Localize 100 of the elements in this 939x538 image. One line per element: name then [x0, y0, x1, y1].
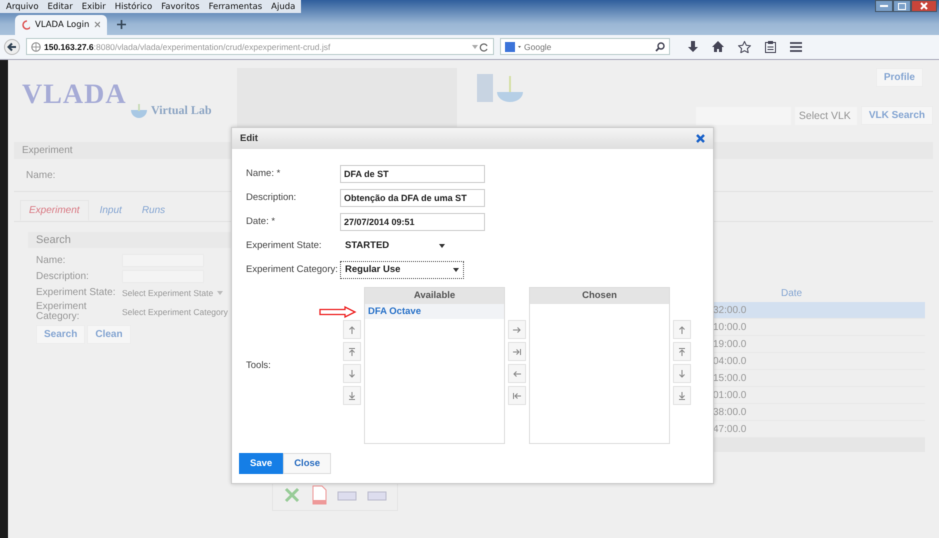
- right-arrow-button[interactable]: [508, 320, 526, 339]
- down-arrow-button[interactable]: [343, 364, 361, 383]
- list-header: Available: [365, 288, 504, 304]
- top-arrow-button[interactable]: [673, 342, 691, 361]
- menu-item[interactable]: Exibir: [82, 2, 106, 12]
- arrow-icon: [677, 368, 687, 378]
- close-icon[interactable]: [94, 21, 100, 28]
- logo-text: VLADA: [22, 78, 127, 110]
- caret-icon: [217, 290, 224, 294]
- arrow-icon: [347, 324, 357, 334]
- field-label: Experiment State:: [246, 240, 323, 251]
- menu-icon[interactable]: [790, 42, 802, 52]
- field-label: Date: *: [246, 216, 276, 227]
- vlk-select[interactable]: Select VLK: [794, 106, 857, 124]
- left-arrow-button[interactable]: [508, 364, 526, 383]
- close-button[interactable]: Close: [283, 453, 332, 474]
- text-field[interactable]: 27/07/2014 09:51: [340, 212, 485, 230]
- address-bar[interactable]: 150.163.27.6:8080/vlada/vlada/experimentation/crud/expexperiment-crud.jsf: [26, 38, 494, 56]
- menu-item[interactable]: Ferramentas: [208, 2, 262, 12]
- globe-icon: [31, 42, 41, 52]
- field-label: Description:: [246, 192, 298, 203]
- minimize-icon[interactable]: [875, 0, 893, 12]
- clipboard-icon[interactable]: [765, 40, 776, 53]
- allright-arrow-button[interactable]: [508, 342, 526, 361]
- arrow-icon: [512, 368, 522, 378]
- close-icon[interactable]: [696, 134, 705, 143]
- field-label: Name:: [36, 256, 66, 266]
- new-tab-icon[interactable]: [117, 20, 126, 29]
- text-field[interactable]: Obtenção da DFA de uma ST: [340, 188, 485, 206]
- menu-item[interactable]: Histórico: [114, 2, 152, 12]
- profile-button[interactable]: Profile: [876, 68, 923, 87]
- url-text: 150.163.27.6:8080/vlada/vlada/experimentation/crud/expexperiment-crud.jsf: [44, 42, 332, 52]
- arrow-icon: [677, 346, 687, 356]
- date-cell: 01:00.0: [713, 390, 746, 400]
- back-icon[interactable]: [4, 38, 20, 55]
- list-header: Chosen: [530, 288, 669, 304]
- search-panel-button[interactable]: Search: [36, 325, 86, 344]
- date-cell: 47:00.0: [713, 424, 746, 434]
- logo-subtitle: Virtual Lab: [151, 102, 212, 118]
- field-label: Experiment Category:: [246, 264, 339, 275]
- arrow-icon: [319, 306, 357, 318]
- menu-item[interactable]: Ajuda: [271, 2, 296, 12]
- menu-item[interactable]: Favoritos: [161, 2, 200, 12]
- home-icon[interactable]: [712, 41, 724, 52]
- field-label: Description:: [36, 272, 90, 282]
- bottom-arrow-button[interactable]: [343, 386, 361, 405]
- search-engine-icon: [505, 42, 521, 52]
- close-icon[interactable]: [911, 0, 937, 12]
- column-header: Date: [780, 288, 804, 301]
- table-row[interactable]: 32:00.0: [713, 302, 925, 319]
- vlk-search-button[interactable]: VLK Search: [860, 106, 933, 125]
- arrow-icon: [512, 390, 522, 400]
- arrow-icon: [347, 368, 357, 378]
- list-item[interactable]: DFA Octave: [365, 304, 504, 319]
- page-tab[interactable]: Runs: [132, 200, 174, 221]
- date-cell: 15:00.0: [713, 372, 746, 384]
- arrow-icon: [677, 390, 687, 400]
- pdf-icon[interactable]: [311, 485, 327, 505]
- arrow-icon: [677, 324, 687, 334]
- search-panel-button[interactable]: Clean: [87, 325, 131, 344]
- date-cell: 32:00.0: [713, 304, 746, 316]
- name-label: Name:: [26, 170, 56, 180]
- save-button[interactable]: Save: [239, 453, 284, 474]
- down-arrow-button[interactable]: [673, 364, 691, 383]
- browser-tab[interactable]: VLADA Login: [15, 14, 107, 35]
- field-label: Experiment State:: [36, 288, 116, 298]
- date-cell: 19:00.0: [713, 338, 746, 350]
- date-cell: 10:00.0: [713, 322, 746, 332]
- search-field[interactable]: Google: [500, 38, 670, 56]
- dialog-title: Edit: [240, 133, 258, 144]
- reload-icon[interactable]: [471, 42, 489, 52]
- caret-icon: [439, 244, 445, 248]
- top-arrow-button[interactable]: [343, 342, 361, 361]
- field-label: Experiment Category:: [36, 302, 88, 322]
- select-field[interactable]: Regular Use: [340, 260, 464, 278]
- text-field[interactable]: DFA de ST: [340, 164, 485, 182]
- spinner-icon: [22, 20, 30, 30]
- date-cell: 04:00.0: [713, 356, 746, 366]
- select-field[interactable]: Select Experiment State: [122, 288, 237, 298]
- globe-icon: [130, 104, 148, 118]
- menu-item[interactable]: Arquivo: [6, 2, 39, 12]
- field-label: Name: *: [246, 168, 282, 179]
- tab-title: VLADA Login: [35, 20, 90, 30]
- arrow-icon: [512, 324, 522, 334]
- up-arrow-button[interactable]: [343, 320, 361, 339]
- star-icon[interactable]: [738, 40, 751, 53]
- allleft-arrow-button[interactable]: [508, 386, 526, 405]
- search-icon[interactable]: [655, 42, 665, 52]
- caret-icon: [453, 268, 459, 272]
- maximize-icon[interactable]: [893, 0, 911, 12]
- download-icon[interactable]: [688, 40, 698, 53]
- arrow-icon: [347, 390, 357, 400]
- page-tab[interactable]: Experiment: [20, 200, 89, 221]
- menu-item[interactable]: Editar: [48, 2, 73, 12]
- arrow-icon: [347, 346, 357, 356]
- date-cell: 38:00.0: [713, 406, 746, 418]
- arrow-icon: [512, 346, 522, 356]
- up-arrow-button[interactable]: [673, 320, 691, 339]
- bottom-arrow-button[interactable]: [673, 386, 691, 405]
- page-tab[interactable]: Input: [90, 200, 131, 221]
